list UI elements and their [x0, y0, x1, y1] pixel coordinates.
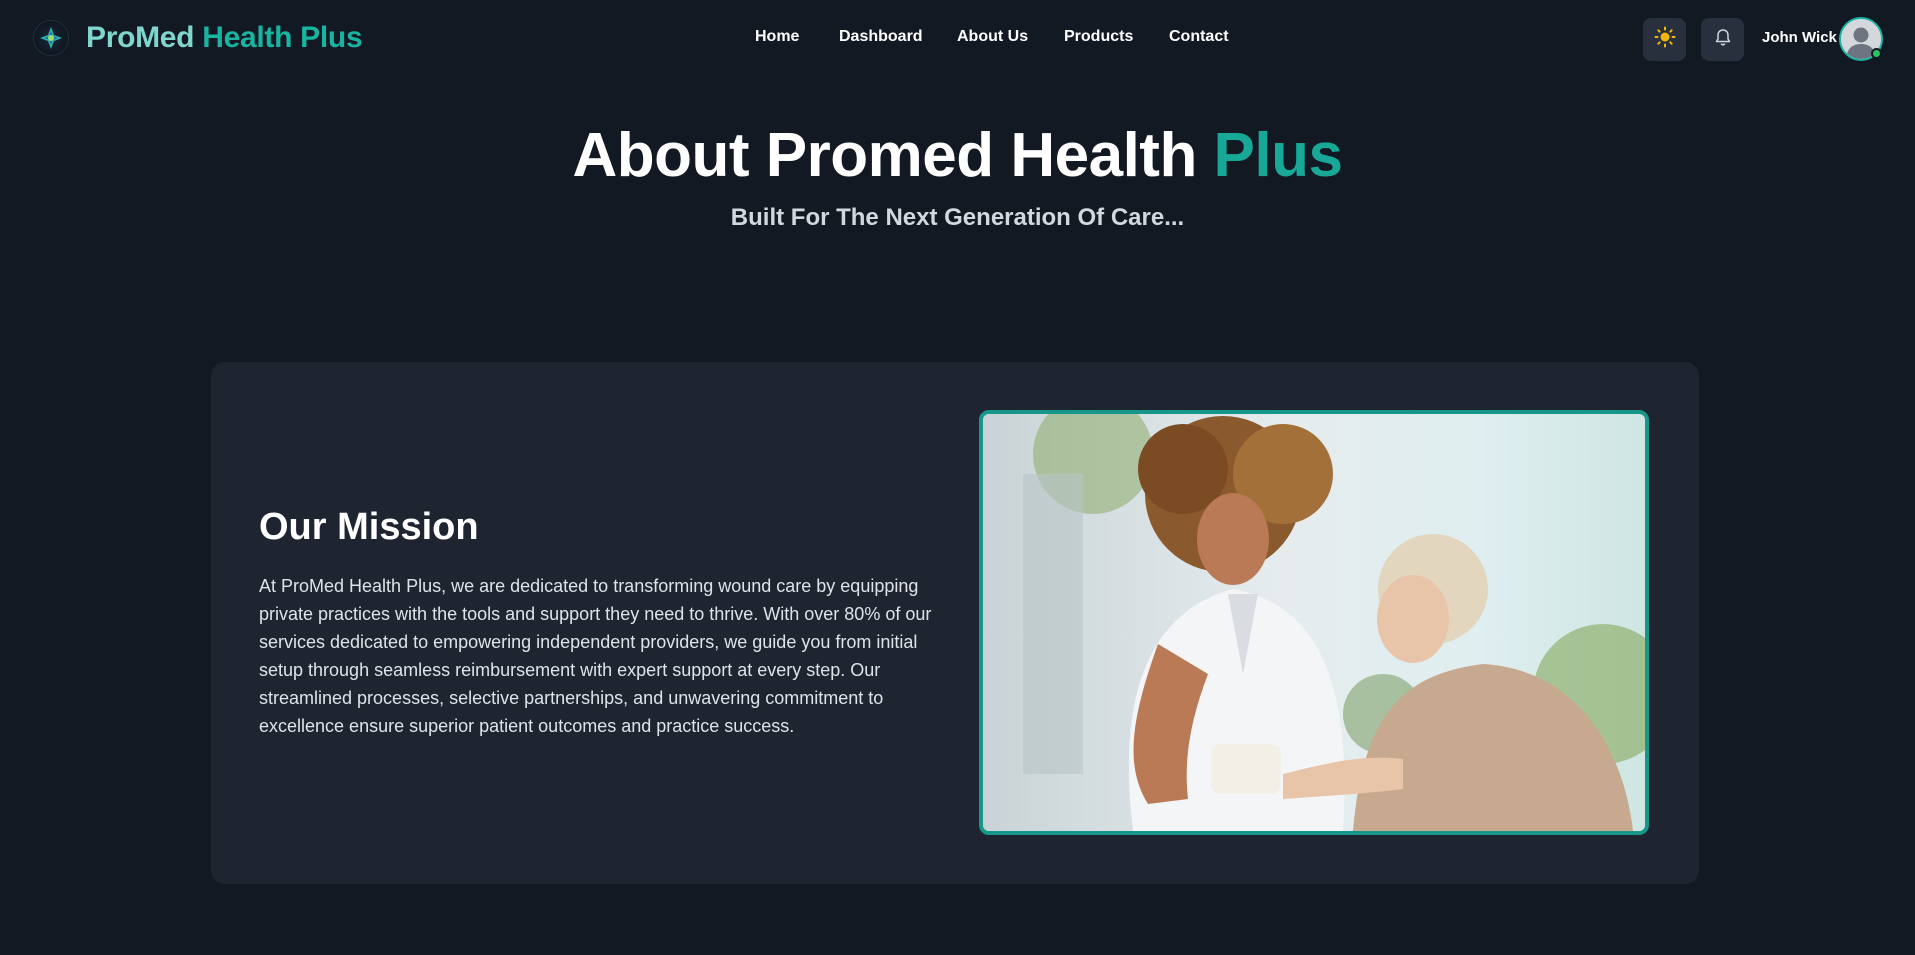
mission-photo	[979, 410, 1649, 835]
brand-name-part2: Health Plus	[202, 21, 363, 54]
brand[interactable]: ProMed Health Plus	[34, 21, 363, 55]
page-title-main: About Promed Health	[572, 121, 1214, 190]
mission-body: At ProMed Health Plus, we are dedicated …	[259, 576, 932, 736]
page-title: About Promed Health Plus	[0, 120, 1915, 191]
sun-icon	[1654, 26, 1676, 53]
nurse-bandaging-patient-photo	[983, 414, 1645, 831]
theme-toggle-button[interactable]	[1643, 18, 1686, 61]
nav-products-link[interactable]: Products	[1064, 28, 1133, 46]
caduceus-logo-icon	[34, 21, 68, 55]
page-title-accent: Plus	[1213, 121, 1343, 190]
notifications-button[interactable]	[1701, 18, 1744, 61]
page-subtitle: Built For The Next Generation Of Care...	[730, 204, 1185, 231]
top-navigation-bar: ProMed Health Plus Home Dashboard About …	[0, 0, 1915, 78]
nav-home-link[interactable]: Home	[755, 28, 799, 46]
nav-dashboard-link[interactable]: Dashboard	[839, 28, 923, 46]
nav-contact-link[interactable]: Contact	[1169, 28, 1229, 46]
user-name[interactable]: John Wick	[1762, 29, 1837, 46]
brand-name: ProMed Health Plus	[86, 21, 363, 55]
bell-icon	[1713, 27, 1733, 52]
nav-about-us-link[interactable]: About Us	[957, 28, 1028, 46]
brand-name-part1: ProMed	[86, 21, 195, 54]
mission-card: Our Mission At ProMed Health Plus, we ar…	[211, 362, 1699, 884]
mission-title: Our Mission	[259, 506, 479, 548]
online-status-indicator	[1871, 48, 1882, 59]
